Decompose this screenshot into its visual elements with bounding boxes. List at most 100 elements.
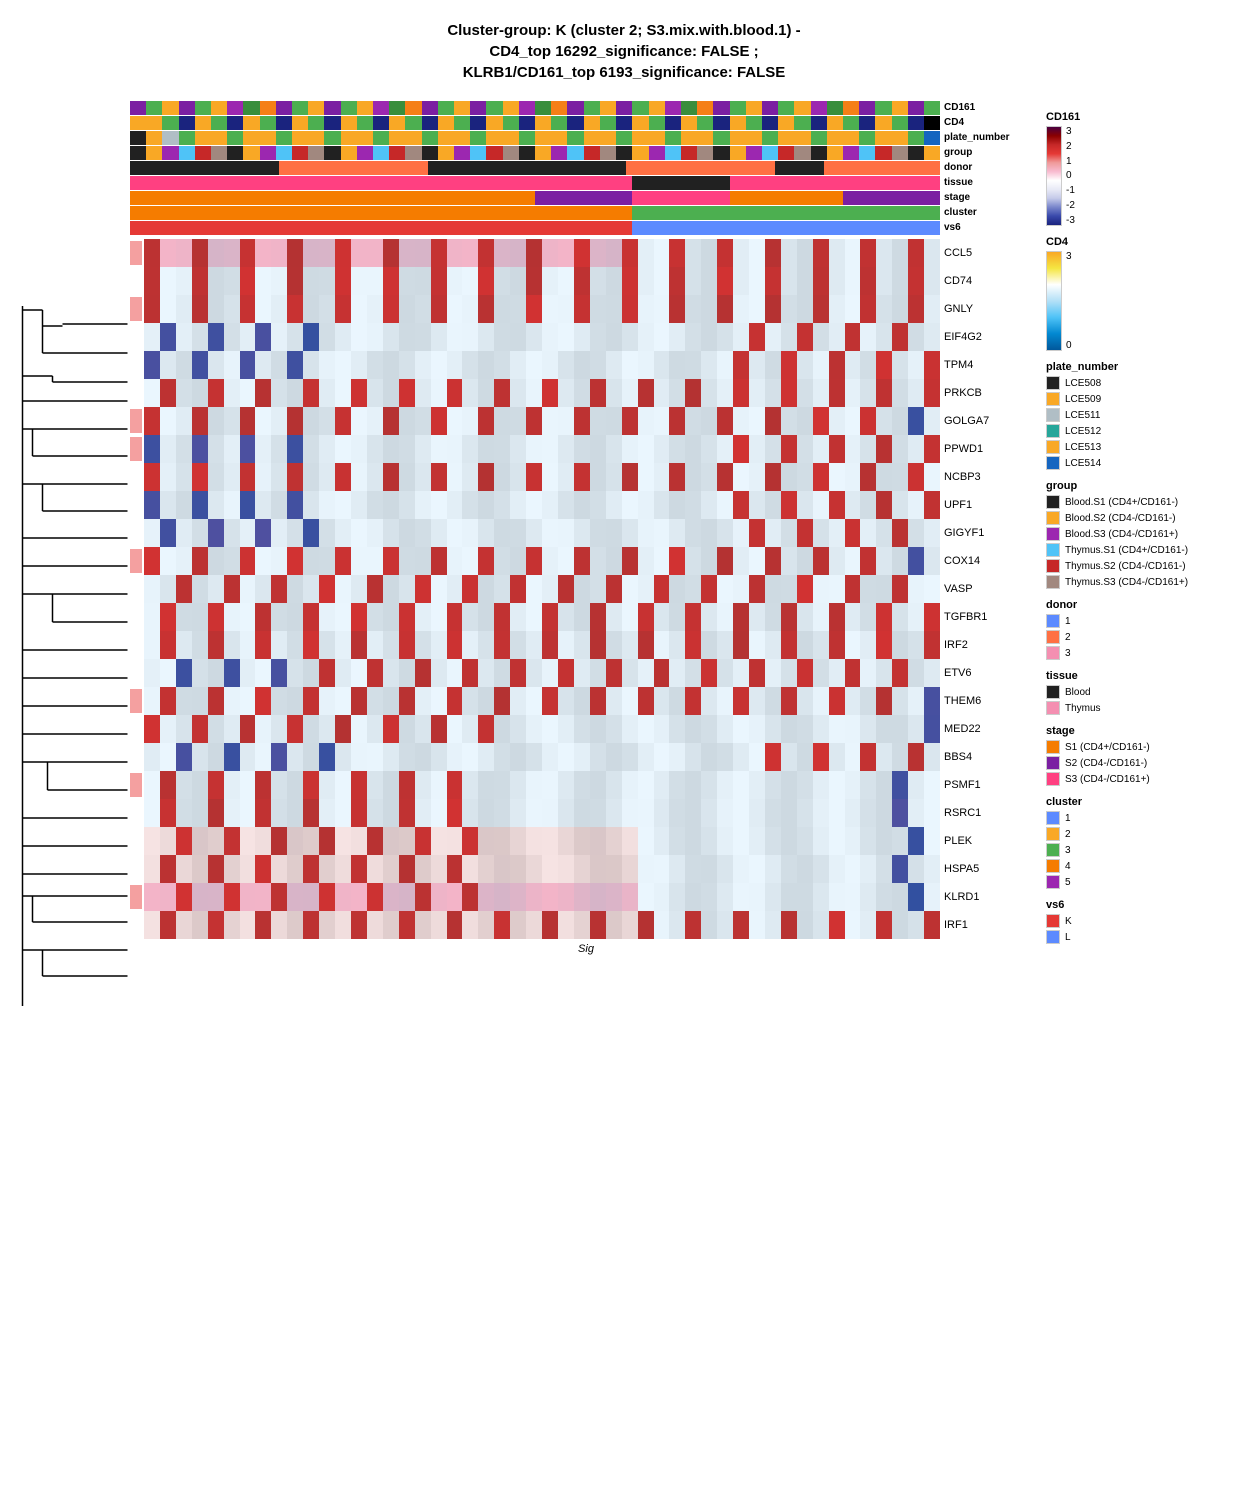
anno-segment: [681, 191, 697, 205]
anno-segment: [713, 146, 729, 160]
heatmap-cell: [335, 519, 351, 547]
anno-segment: [470, 131, 486, 145]
anno-segment: [584, 116, 600, 130]
heatmap-cell: [733, 295, 749, 323]
heatmap-cell: [399, 463, 415, 491]
heatmap-cell: [510, 603, 526, 631]
heatmap-cell: [208, 491, 224, 519]
heatmap-cell: [876, 323, 892, 351]
anno-segment: [665, 146, 681, 160]
anno-segment: [308, 206, 324, 220]
heatmap-cell: [924, 631, 940, 659]
heatmap-cell: [813, 827, 829, 855]
heatmap-row-gnly: GNLY: [130, 295, 1028, 323]
legend-item: 5: [1046, 875, 1238, 889]
anno-segment: [227, 191, 243, 205]
heatmap-cell: [685, 491, 701, 519]
anno-segment: [130, 146, 146, 160]
heatmap-cell: [829, 827, 845, 855]
heatmap-cell: [924, 491, 940, 519]
anno-segment: [260, 101, 276, 115]
anno-segment: [649, 146, 665, 160]
heatmap-cell: [526, 883, 542, 911]
heatmap-cell: [208, 519, 224, 547]
legend-item-label: LCE514: [1065, 458, 1101, 469]
heatmap-cell: [717, 883, 733, 911]
anno-segment: [510, 161, 527, 175]
legend-gradient-bar: [1046, 126, 1062, 226]
heatmap-cell: [781, 771, 797, 799]
heatmap-cell: [526, 491, 542, 519]
heatmap-cell: [208, 407, 224, 435]
anno-segment: [324, 131, 340, 145]
heatmap-cell: [319, 547, 335, 575]
heatmap-cell: [160, 799, 176, 827]
heatmap-cell: [478, 435, 494, 463]
heatmap-cell: [335, 267, 351, 295]
anno-segment: [659, 161, 676, 175]
gene-label: GNLY: [940, 295, 1028, 323]
legend-tick: 3: [1066, 251, 1072, 262]
heatmap-cell: [654, 491, 670, 519]
anno-segment: [697, 206, 713, 220]
heatmap-cell: [590, 323, 606, 351]
heatmap-cell: [287, 463, 303, 491]
heatmap-cell: [160, 603, 176, 631]
anno-segment: [211, 191, 227, 205]
heatmap-cell: [558, 575, 574, 603]
heatmap-cell: [574, 519, 590, 547]
row-data: [144, 659, 940, 687]
row-data: [144, 435, 940, 463]
heatmap-cell: [351, 295, 367, 323]
anno-segment: [227, 206, 243, 220]
heatmap-cell: [813, 715, 829, 743]
heatmap-cell: [717, 379, 733, 407]
heatmap-cell: [510, 687, 526, 715]
heatmap-cell: [176, 407, 192, 435]
heatmap-cell: [383, 463, 399, 491]
heatmap-cell: [335, 631, 351, 659]
heatmap-cell: [367, 491, 383, 519]
anno-row-label: cluster: [940, 206, 1028, 220]
heatmap-cell: [813, 575, 829, 603]
heatmap-cell: [144, 603, 160, 631]
heatmap-cell: [319, 239, 335, 267]
main-container: Cluster-group: K (cluster 2; S3.mix.with…: [0, 0, 1248, 1026]
heatmap-cell: [271, 267, 287, 295]
heatmap-cell: [733, 883, 749, 911]
anno-segment: [438, 221, 454, 235]
heatmap-cell: [733, 491, 749, 519]
heatmap-cell: [606, 659, 622, 687]
legend-item: Thymus.S1 (CD4+/CD161-): [1046, 543, 1238, 557]
heatmap-cell: [701, 491, 717, 519]
anno-segment: [811, 116, 827, 130]
heatmap-cell: [558, 463, 574, 491]
heatmap-cell: [590, 267, 606, 295]
heatmap-cell: [144, 575, 160, 603]
heatmap-cell: [224, 379, 240, 407]
heatmap-cell: [876, 519, 892, 547]
heatmap-cell: [176, 575, 192, 603]
heatmap-cell: [271, 715, 287, 743]
heatmap-cell: [813, 463, 829, 491]
anno-segment: [503, 221, 519, 235]
anno-segment: [875, 146, 891, 160]
legend-swatch: [1046, 930, 1060, 944]
heatmap-cell: [351, 799, 367, 827]
row-side-marker: [130, 437, 144, 461]
anno-segment: [130, 221, 146, 235]
anno-segment: [389, 131, 405, 145]
heatmap-cell: [685, 407, 701, 435]
heatmap-cell: [860, 603, 876, 631]
heatmap-cell: [908, 855, 924, 883]
anno-segment: [535, 176, 551, 190]
legend-item-label: LCE508: [1065, 378, 1101, 389]
heatmap-cell: [892, 547, 908, 575]
row-data: [144, 883, 940, 911]
row-data: [144, 407, 940, 435]
heatmap-cell: [176, 379, 192, 407]
heatmap-cell: [606, 827, 622, 855]
heatmap-cell: [478, 799, 494, 827]
heatmap-cell: [399, 491, 415, 519]
anno-segment: [276, 116, 292, 130]
